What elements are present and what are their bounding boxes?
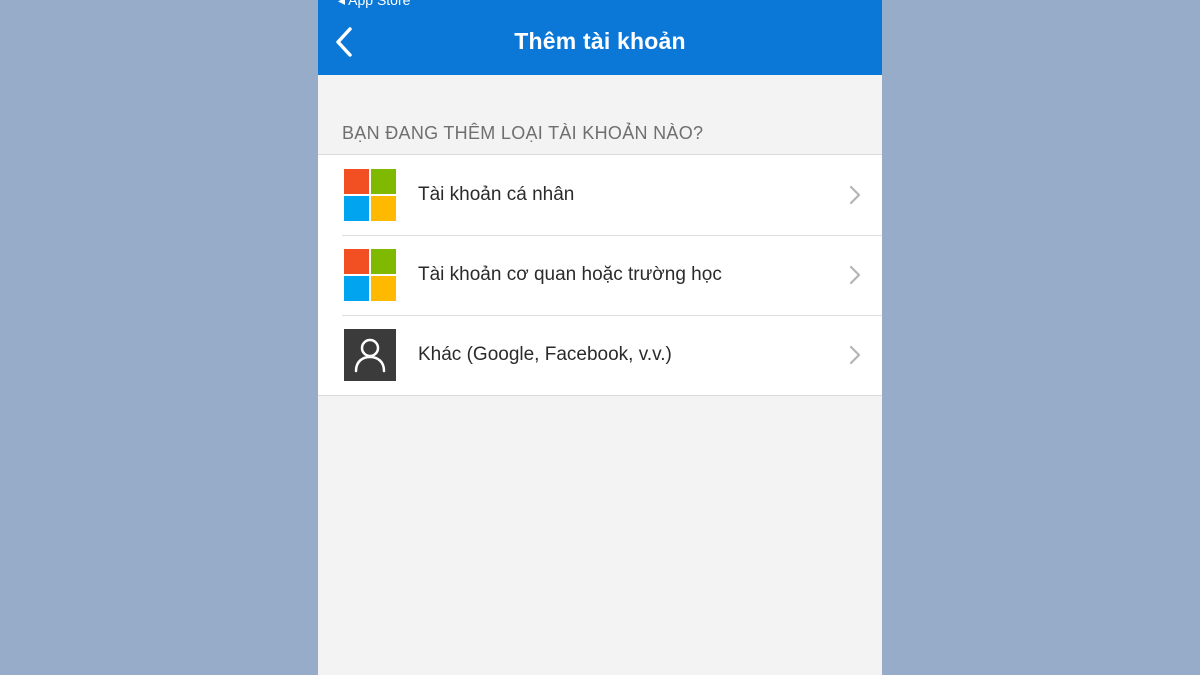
user-icon xyxy=(344,329,396,381)
add-account-screen: ◂ App Store Thêm tài khoản BẠN ĐANG THÊM… xyxy=(318,0,882,675)
status-bar-back-to-app[interactable]: ◂ App Store xyxy=(338,0,410,9)
microsoft-logo-icon xyxy=(344,169,396,221)
page-title: Thêm tài khoản xyxy=(514,28,686,54)
option-label: Khác (Google, Facebook, v.v.) xyxy=(418,344,672,365)
chevron-left-icon xyxy=(336,27,352,57)
back-button[interactable] xyxy=(326,24,362,60)
section-heading: BẠN ĐANG THÊM LOẠI TÀI KHOẢN NÀO? xyxy=(342,123,704,143)
option-label: Tài khoản cơ quan hoặc trường học xyxy=(418,264,722,285)
chevron-right-icon xyxy=(849,185,861,205)
option-label: Tài khoản cá nhân xyxy=(418,184,575,205)
chevron-right-icon xyxy=(849,345,861,365)
navigation-bar: ◂ App Store Thêm tài khoản xyxy=(318,0,882,75)
microsoft-logo-icon xyxy=(344,249,396,301)
other-account-option[interactable]: Khác (Google, Facebook, v.v.) xyxy=(318,315,882,395)
account-type-list: Tài khoản cá nhân Tài khoản cơ quan hoặc… xyxy=(318,154,882,396)
chevron-right-icon xyxy=(849,265,861,285)
personal-account-option[interactable]: Tài khoản cá nhân xyxy=(318,155,882,235)
work-school-account-option[interactable]: Tài khoản cơ quan hoặc trường học xyxy=(318,235,882,315)
